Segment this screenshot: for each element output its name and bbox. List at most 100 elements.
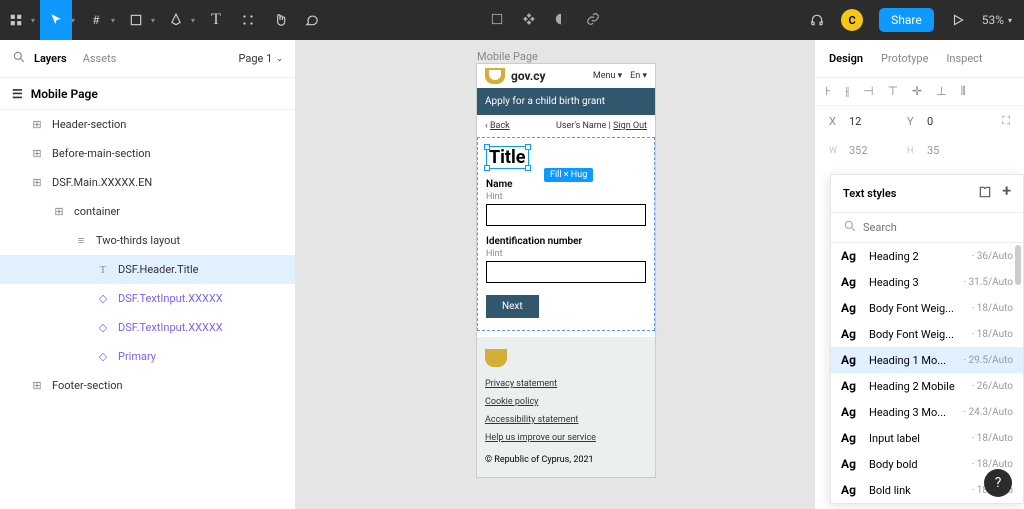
component-icon[interactable] [522,12,536,29]
text-styles-panel: Text styles + AgHeading 2· 36/Auto AgHea… [830,174,1024,504]
chevron-down-icon[interactable]: ▾ [66,0,80,40]
gov-logo-icon [485,349,507,367]
text-style-item[interactable]: AgBody Font Weig...· 18/Auto [831,321,1023,347]
align-left-icon[interactable]: ⊦ [825,84,831,99]
align-controls: ⊦ ⫲ ⊣ ⊤ ✛ ⊥ ⦀ [815,78,1024,106]
toolbar: ▾ ▾ # ▾ ▾ ▾ T C Share 53%▾ [0,0,1024,40]
frame-icon: ⊞ [30,147,44,160]
footer-link: Cookie policy [485,397,647,407]
text-style-item[interactable]: AgBody Font Weig...· 18/Auto [831,295,1023,321]
text-style-item[interactable]: AgHeading 2 Mobile· 26/Auto [831,373,1023,399]
w-value[interactable]: 352 [849,144,899,157]
align-hcenter-icon[interactable]: ⫲ [845,84,849,99]
align-right-icon[interactable]: ⊣ [863,84,873,99]
h-value[interactable]: 35 [927,144,977,157]
tab-design[interactable]: Design [829,52,863,65]
text-icon: T [96,264,110,276]
boolean-icon[interactable] [554,12,568,29]
gov-banner: Apply for a child birth grant [477,88,655,115]
signout-link: Sign Out [613,121,647,131]
frame-icon: ⊞ [52,205,66,218]
distribute-icon[interactable]: ⦀ [961,84,966,99]
layer-row[interactable]: ⊞Header-section [0,110,295,139]
page-title: Title [487,147,528,168]
chevron-down-icon[interactable]: ▾ [186,0,200,40]
autolayout-icon: ≡ [74,234,88,247]
chevron-down-icon[interactable]: ▾ [146,0,160,40]
selection-box[interactable]: Title [486,146,529,169]
headphones-icon[interactable] [801,0,833,40]
chevron-down-icon: ▾ [1008,16,1012,25]
y-value[interactable]: 0 [927,115,977,128]
instance-icon: ◇ [96,350,110,363]
hand-tool-icon[interactable] [264,0,296,40]
frame-icon: ⊞ [30,176,44,189]
frame-mobile-page[interactable]: gov.cy Menu ▾ En ▾ Apply for a child bir… [477,64,655,477]
instance-icon: ◇ [96,292,110,305]
layer-row[interactable]: ≡Two-thirds layout [0,226,295,255]
link-icon[interactable] [586,12,600,29]
page-name: Mobile Page [31,87,98,101]
page-name-row[interactable]: ☰ Mobile Page [0,78,295,110]
site-name: gov.cy [511,69,546,83]
layer-row[interactable]: ⊞container [0,197,295,226]
layer-row[interactable]: ◇Primary [0,342,295,371]
comment-tool-icon[interactable] [296,0,328,40]
field-label: Identification number [486,236,646,247]
text-style-item[interactable]: AgHeading 3 Mo...· 24.3/Auto [831,399,1023,425]
align-vcenter-icon[interactable]: ✛ [912,84,922,99]
text-style-item[interactable]: AgInput label· 18/Auto [831,425,1023,451]
resources-icon[interactable] [232,0,264,40]
gov-logo-icon [485,68,505,84]
layer-row[interactable]: ◇DSF.TextInput.XXXXX [0,284,295,313]
page-selector[interactable]: Page 1⌄ [239,52,284,65]
text-style-item[interactable]: AgHeading 1 Mo...· 29.5/Auto [831,347,1023,373]
size-row: W 352 H 35 [815,136,1024,165]
text-style-item[interactable]: AgHeading 2· 36/Auto [831,243,1023,269]
chevron-down-icon[interactable]: ▾ [106,0,120,40]
tab-prototype[interactable]: Prototype [881,52,928,65]
footer-link: Privacy statement [485,379,647,389]
text-input [486,261,646,283]
add-icon[interactable]: + [1002,185,1011,202]
mask-icon[interactable] [490,12,504,29]
align-top-icon[interactable]: ⊤ [888,84,898,99]
scrollbar[interactable] [1015,245,1021,285]
layer-row[interactable]: ⊞Footer-section [0,371,295,400]
search-icon [843,219,857,236]
help-button[interactable]: ? [984,469,1012,497]
align-bottom-icon[interactable]: ⊥ [936,84,946,99]
avatar[interactable]: C [841,9,863,31]
frame-icon: ⊞ [30,379,44,392]
x-value[interactable]: 12 [849,115,899,128]
zoom-control[interactable]: 53%▾ [982,13,1012,27]
play-icon[interactable] [942,0,974,40]
text-style-item[interactable]: AgHeading 3· 31.5/Auto [831,269,1023,295]
expand-icon[interactable]: ⛶ [1002,114,1010,128]
tab-layers[interactable]: Layers [34,52,67,65]
search-input[interactable] [863,221,1011,234]
layer-row[interactable]: TDSF.Header.Title [0,255,295,284]
field-hint: Hint [486,192,646,202]
selection-badge: Fill × Hug [544,168,593,182]
copyright: © Republic of Cyprus, 2021 [485,455,647,465]
tab-assets[interactable]: Assets [83,52,117,65]
instance-icon: ◇ [96,321,110,334]
share-button[interactable]: Share [879,8,934,32]
gov-user-bar: ‹ Back User's Name | Sign Out [477,115,655,137]
chevron-down-icon[interactable]: ▾ [26,0,40,40]
position-row: X 12 Y 0 ⛶ [815,106,1024,136]
layer-row[interactable]: ◇DSF.TextInput.XXXXX [0,313,295,342]
footer-link: Help us improve our service [485,433,647,443]
field-hint: Hint [486,249,646,259]
frame-label[interactable]: Mobile Page [477,50,538,63]
lang-link: En ▾ [630,71,647,81]
layer-row[interactable]: ⊞Before-main-section [0,139,295,168]
layer-row[interactable]: ⊞DSF.Main.XXXXX.EN [0,168,295,197]
canvas[interactable]: Mobile Page gov.cy Menu ▾ En ▾ Apply for… [296,40,814,509]
library-icon[interactable] [978,185,992,202]
tab-inspect[interactable]: Inspect [946,52,982,65]
hamburger-icon: ☰ [12,87,23,101]
search-icon[interactable] [12,50,26,67]
text-tool-icon[interactable]: T [200,0,232,40]
